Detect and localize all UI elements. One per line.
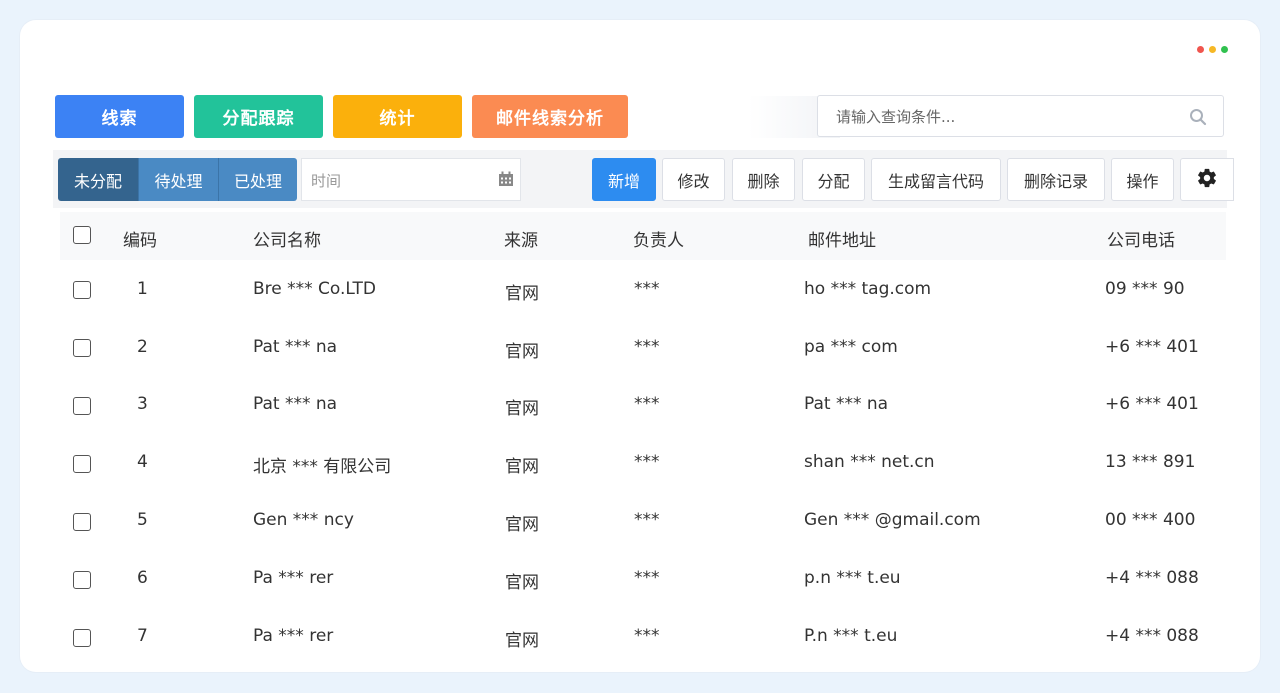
cell-company: Pat *** na <box>253 394 338 414</box>
cell-owner: *** <box>634 337 660 357</box>
filter-unassigned[interactable]: 未分配 <box>58 158 138 201</box>
app-window: 线索 分配跟踪 统计 邮件线索分析 未分配 待处理 已处理 <box>20 20 1260 672</box>
cell-id: 5 <box>137 510 148 530</box>
calendar-icon[interactable] <box>498 171 514 191</box>
row-checkbox[interactable] <box>73 281 91 299</box>
cell-owner: *** <box>634 510 660 530</box>
row-checkbox[interactable] <box>73 571 91 589</box>
cell-owner: *** <box>634 568 660 588</box>
cell-email: pa *** com <box>804 337 898 357</box>
add-button[interactable]: 新增 <box>592 158 656 201</box>
cell-owner: *** <box>634 394 660 414</box>
cell-source: 官网 <box>505 457 539 477</box>
col-header-email: 邮件地址 <box>808 231 876 251</box>
cell-company: Pat *** na <box>253 337 338 357</box>
yellow-dot-icon <box>1209 46 1216 53</box>
delete-button[interactable]: 删除 <box>732 158 795 201</box>
cell-company: Bre *** Co.LTD <box>253 279 377 299</box>
search-input[interactable] <box>834 96 1168 138</box>
cell-email: ho *** tag.com <box>804 279 932 299</box>
cell-id: 6 <box>137 568 148 588</box>
cell-email: Gen *** @gmail.com <box>804 510 981 530</box>
cell-company: Pa *** rer <box>253 626 334 646</box>
search-box <box>817 95 1224 138</box>
col-header-company: 公司名称 <box>253 231 321 251</box>
row-checkbox[interactable] <box>73 397 91 415</box>
cell-company: 北京 *** 有限公司 <box>253 457 392 477</box>
cell-id: 7 <box>137 626 148 646</box>
search-icon[interactable] <box>1189 108 1207 130</box>
tab-assign-track[interactable]: 分配跟踪 <box>194 95 323 138</box>
col-header-source: 来源 <box>504 231 538 251</box>
cell-owner: *** <box>634 452 660 472</box>
date-input[interactable] <box>309 159 493 202</box>
cell-id: 4 <box>137 452 148 472</box>
filter-processed[interactable]: 已处理 <box>218 158 297 201</box>
cell-source: 官网 <box>505 573 539 593</box>
select-all-checkbox[interactable] <box>73 226 91 244</box>
col-header-owner: 负责人 <box>633 231 684 251</box>
row-checkbox[interactable] <box>73 339 91 357</box>
cell-email: P.n *** t.eu <box>804 626 898 646</box>
col-header-id: 编码 <box>123 231 157 251</box>
cell-company: Gen *** ncy <box>253 510 354 530</box>
cell-email: shan *** net.cn <box>804 452 935 472</box>
cell-owner: *** <box>634 626 660 646</box>
cell-source: 官网 <box>505 631 539 651</box>
cell-source: 官网 <box>505 342 539 362</box>
assign-button[interactable]: 分配 <box>802 158 865 201</box>
delete-records-button[interactable]: 删除记录 <box>1007 158 1105 201</box>
tab-email-analysis[interactable]: 邮件线索分析 <box>472 95 628 138</box>
row-checkbox[interactable] <box>73 629 91 647</box>
window-dots <box>1197 46 1228 53</box>
cell-id: 1 <box>137 279 148 299</box>
col-header-phone: 公司电话 <box>1107 231 1175 251</box>
settings-button[interactable] <box>1180 158 1234 201</box>
cell-id: 2 <box>137 337 148 357</box>
cell-phone: +6 *** 401 <box>1105 394 1199 414</box>
cell-phone: 13 *** 891 <box>1105 452 1196 472</box>
cell-source: 官网 <box>505 399 539 419</box>
cell-company: Pa *** rer <box>253 568 334 588</box>
cell-email: p.n *** t.eu <box>804 568 901 588</box>
cell-source: 官网 <box>505 515 539 535</box>
cell-phone: 00 *** 400 <box>1105 510 1196 530</box>
date-filter <box>301 158 521 202</box>
tab-stats[interactable]: 统计 <box>333 95 462 138</box>
gear-icon <box>1196 167 1218 193</box>
green-dot-icon <box>1221 46 1228 53</box>
cell-phone: +4 *** 088 <box>1105 568 1199 588</box>
cell-email: Pat *** na <box>804 394 889 414</box>
cell-source: 官网 <box>505 284 539 304</box>
cell-owner: *** <box>634 279 660 299</box>
cell-phone: 09 *** 90 <box>1105 279 1185 299</box>
filter-pending[interactable]: 待处理 <box>138 158 218 201</box>
red-dot-icon <box>1197 46 1204 53</box>
cell-phone: +6 *** 401 <box>1105 337 1199 357</box>
tab-clues[interactable]: 线索 <box>55 95 184 138</box>
row-checkbox[interactable] <box>73 513 91 531</box>
operate-button[interactable]: 操作 <box>1111 158 1174 201</box>
cell-id: 3 <box>137 394 148 414</box>
cell-phone: +4 *** 088 <box>1105 626 1199 646</box>
row-checkbox[interactable] <box>73 455 91 473</box>
edit-button[interactable]: 修改 <box>662 158 725 201</box>
generate-code-button[interactable]: 生成留言代码 <box>871 158 1001 201</box>
